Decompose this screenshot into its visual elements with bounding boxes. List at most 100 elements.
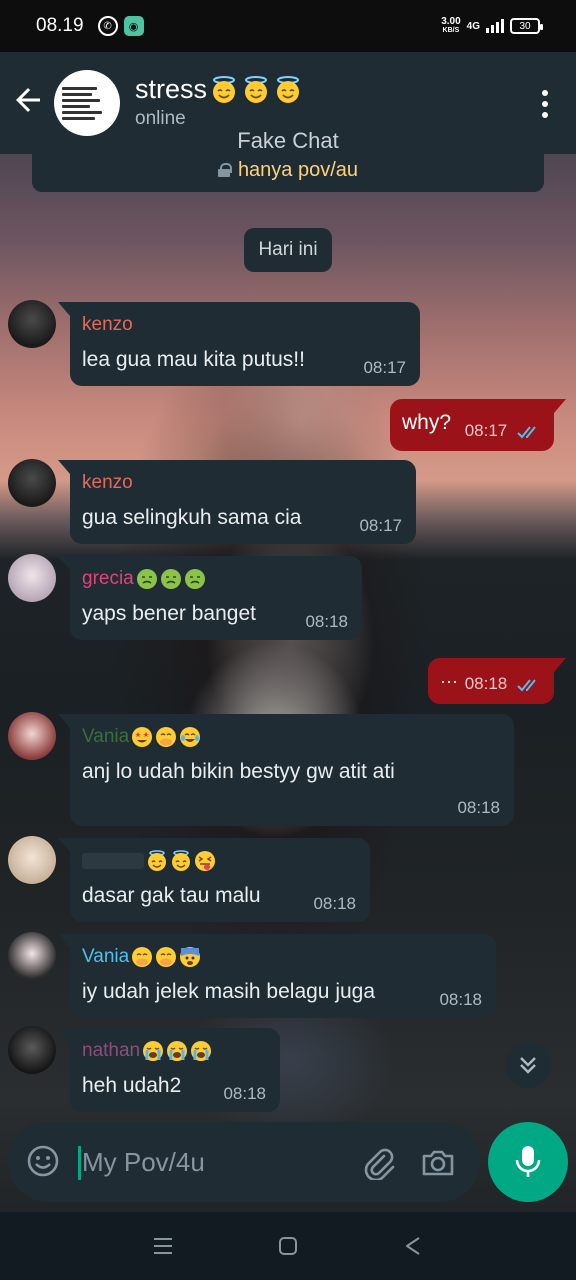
avatar[interactable]	[8, 932, 56, 980]
avatar[interactable]	[8, 712, 56, 760]
message-meta: 08:18	[465, 674, 542, 694]
message-bubble-outgoing[interactable]: ··· 08:18	[428, 658, 566, 704]
message-time: 08:18	[305, 612, 348, 631]
encryption-notice[interactable]: hanya pov/au	[32, 148, 544, 192]
halo-face-icon	[277, 75, 300, 103]
message-sender: kenzo	[82, 472, 133, 493]
message-text: heh udah2	[82, 1074, 182, 1097]
signal-strength-icon	[486, 19, 504, 33]
avatar[interactable]	[8, 836, 56, 884]
group-avatar[interactable]	[54, 70, 120, 136]
status-time: 08.19	[36, 15, 84, 36]
message-input[interactable]	[82, 1142, 352, 1182]
group-status: online	[135, 108, 186, 129]
face-with-hand-over-mouth-icon	[156, 727, 177, 747]
overlay-caption: Fake Chat	[237, 128, 339, 153]
nauseated-face-icon	[136, 569, 157, 589]
message-time: 08:18	[464, 674, 508, 693]
notice-text: hanya pov/au	[237, 158, 359, 181]
face-with-tears-of-joy-icon	[180, 727, 201, 747]
crying-face-icon	[191, 1041, 212, 1061]
back-arrow-icon[interactable]	[10, 82, 46, 118]
system-navigation-bar	[0, 1212, 576, 1280]
recent-apps-button[interactable]	[148, 1231, 178, 1261]
home-button[interactable]	[273, 1231, 303, 1261]
crying-face-icon	[143, 1041, 164, 1061]
network-speed: 3.00 KB/S	[441, 16, 461, 35]
message-sender	[82, 850, 216, 872]
message-bubble[interactable]: kenzo gua selingkuh sama cia 08:17	[58, 460, 416, 544]
emoji-picker-icon[interactable]	[26, 1144, 60, 1178]
sender-name: Vania	[82, 946, 130, 967]
message-text: yaps bener banget	[82, 602, 256, 625]
sender-name: Vania	[82, 726, 130, 747]
message-text: dasar gak tau malu	[82, 884, 261, 907]
hidden-sender-name	[82, 853, 144, 869]
message-sender: grecia	[82, 568, 206, 590]
message-time: 08:18	[457, 798, 500, 817]
whatsapp-notification-icon: ✆	[97, 16, 118, 36]
microphone-icon	[515, 1146, 541, 1177]
avatar[interactable]	[8, 554, 56, 602]
chat-header: stress online Fake Chat	[0, 52, 576, 154]
square-icon	[278, 1237, 297, 1255]
message-bubble[interactable]: grecia yaps bener banget 08:18	[58, 556, 362, 640]
message-time: 08:17	[359, 516, 402, 535]
message-sender: nathan	[82, 1040, 212, 1062]
message-time: 08:17	[363, 358, 406, 377]
app-notification-icon: ◉	[123, 16, 144, 36]
double-chevron-down-icon	[520, 1057, 536, 1074]
squinting-tongue-face-icon	[195, 851, 215, 871]
text-cursor	[78, 1146, 81, 1180]
message-time: 08:18	[439, 990, 482, 1009]
message-sender: kenzo	[82, 314, 133, 335]
message-bubble[interactable]: Vania anj lo udah bikin bestyy gw atit a…	[58, 714, 514, 826]
message-bubble[interactable]: dasar gak tau malu 08:18	[58, 838, 370, 922]
avatar[interactable]	[8, 300, 56, 348]
sender-name: nathan	[82, 1040, 141, 1061]
message-time: 08:18	[223, 1084, 266, 1103]
more-options-icon[interactable]	[542, 90, 548, 118]
message-bubble[interactable]: nathan heh udah2 08:18	[58, 1028, 280, 1112]
halo-face-icon	[148, 850, 166, 871]
battery-level: 30	[519, 20, 531, 32]
voice-message-button[interactable]	[488, 1122, 568, 1202]
read-ticks-icon	[517, 425, 536, 439]
halo-face-icon	[172, 850, 190, 871]
star-struck-face-icon	[132, 727, 153, 747]
halo-face-icon	[213, 75, 236, 103]
scroll-to-bottom-button[interactable]	[505, 1042, 551, 1088]
network-type-label: 4G	[466, 20, 480, 32]
nauseated-face-icon	[184, 569, 205, 589]
back-button[interactable]	[398, 1231, 428, 1261]
attach-paperclip-icon[interactable]	[360, 1144, 396, 1180]
camera-icon[interactable]	[420, 1144, 456, 1180]
message-time: 08:18	[313, 894, 356, 913]
battery-icon: 30	[510, 18, 543, 34]
message-text: gua selingkuh sama cia	[82, 506, 302, 529]
crying-face-icon	[167, 1041, 188, 1061]
sender-name: grecia	[82, 568, 134, 589]
face-with-hand-over-mouth-icon	[132, 947, 153, 967]
message-bubble-outgoing[interactable]: why? 08:17	[390, 399, 566, 451]
message-text: ···	[440, 671, 458, 691]
avatar[interactable]	[8, 459, 56, 507]
lock-icon	[217, 163, 232, 177]
message-text: iy udah jelek masih belagu juga	[82, 980, 376, 1003]
status-bar: 08.19 ✆ ◉ 3.00 KB/S 4G 30	[0, 0, 576, 52]
group-title[interactable]: stress	[135, 74, 303, 105]
message-sender: Vania	[82, 946, 201, 968]
message-bubble[interactable]: kenzo lea gua mau kita putus!! 08:17	[58, 302, 420, 386]
nauseated-face-icon	[160, 569, 181, 589]
title-emojis	[209, 75, 303, 105]
message-composer	[8, 1122, 480, 1202]
message-meta: 08:17	[465, 421, 542, 441]
message-bubble[interactable]: Vania iy udah jelek masih belagu juga 08…	[58, 934, 496, 1018]
halo-face-icon	[245, 75, 268, 103]
read-ticks-icon	[517, 678, 536, 692]
face-with-hand-over-mouth-icon	[156, 947, 177, 967]
date-separator: Hari ini	[244, 228, 332, 272]
message-text: anj lo udah bikin bestyy gw atit ati	[82, 760, 395, 783]
message-text: lea gua mau kita putus!!	[82, 348, 305, 371]
avatar[interactable]	[8, 1026, 56, 1074]
